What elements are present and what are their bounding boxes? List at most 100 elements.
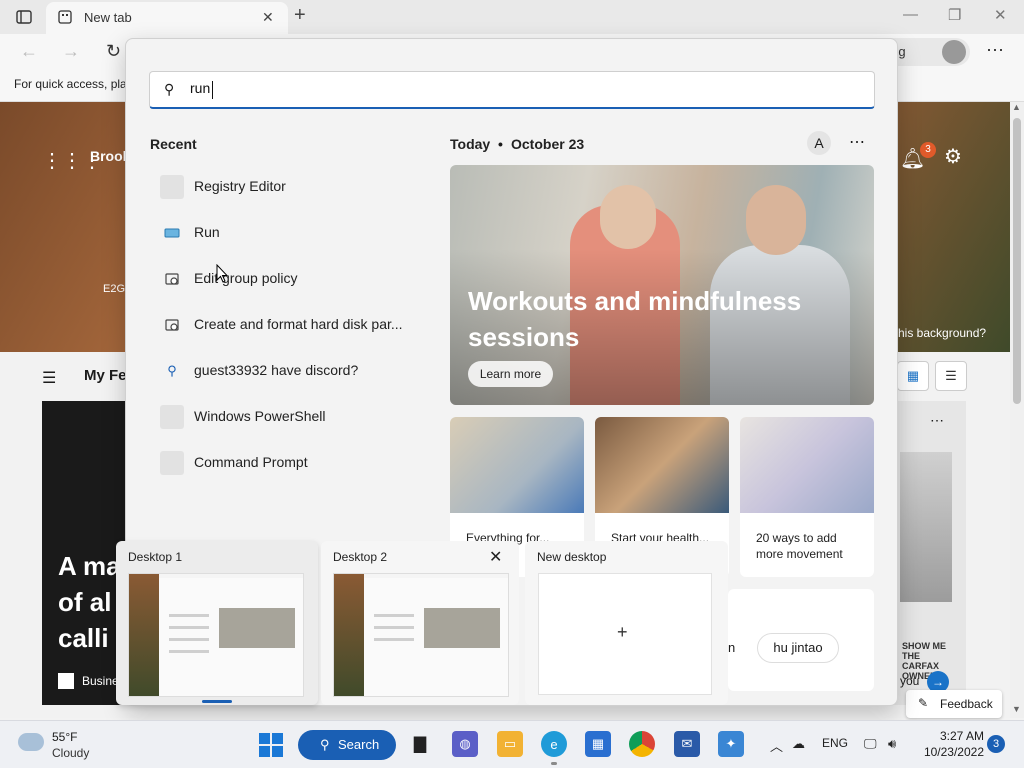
cmd-icon [160,451,184,475]
volume-icon[interactable]: 🔊︎ [888,736,896,752]
search-icon: ⚲ [320,737,330,752]
more-options-icon[interactable]: ⋯ [849,132,865,152]
tab-close-icon[interactable]: ✕ [262,9,274,26]
recent-item-registry-editor[interactable]: Registry Editor [150,166,420,206]
small-card[interactable]: 20 ways to add more movement [740,417,874,577]
featured-card-title: Workouts and mindfulness sessions [468,286,802,352]
recent-item-disk-partitions[interactable]: Create and format hard disk par... [150,304,420,344]
feedback-label: Feedback [940,697,993,711]
back-arrow-icon[interactable]: ← [20,41,38,62]
weather-condition[interactable]: Cloudy [52,746,89,760]
app-icon[interactable]: ✉ [674,731,700,757]
hamburger-menu-icon[interactable]: ☰ [42,368,56,388]
thumb-line [169,638,209,641]
file-explorer-icon[interactable]: ▭ [497,731,523,757]
recent-item-powershell[interactable]: Windows PowerShell [150,396,420,436]
thumb-image [424,608,500,648]
thumb-image [219,608,295,648]
thumb-line [169,650,209,653]
grid-view-icon[interactable]: ▦ [897,361,929,391]
profile-avatar-icon[interactable] [942,40,966,64]
card-more-icon[interactable]: ⋯ [930,412,944,429]
minimize-icon[interactable]: — [903,6,918,23]
search-input[interactable]: run [190,80,850,100]
story-source-logo [58,673,74,689]
desktop-label: Desktop 1 [128,550,183,564]
taskbar-search-button[interactable]: ⚲ Search [298,730,396,760]
text-caret [212,81,213,99]
home-workout-image [595,417,729,513]
language-indicator[interactable]: ENG [822,736,848,750]
scroll-up-icon[interactable]: ▲ [1012,102,1021,112]
forward-arrow-icon[interactable]: → [62,41,80,62]
desktop-thumbnail [333,573,509,697]
new-tab-plus-icon[interactable]: + [294,4,306,27]
add-desktop-plus-icon[interactable]: + [617,622,628,643]
story-source: Busine [82,674,119,688]
ad-text: you [900,674,920,688]
tab-actions-icon[interactable] [10,7,38,27]
settings-more-icon[interactable]: ⋯ [986,40,1004,61]
thumb-line [169,614,209,617]
clock-time[interactable]: 3:27 AM [934,729,984,743]
start-tile [272,733,283,744]
thumb-line [374,614,414,617]
scroll-down-icon[interactable]: ▼ [1012,704,1021,714]
thumb-line [374,638,414,641]
feedback-button[interactable]: ✎ Feedback [906,690,1002,718]
scrollbar-thumb[interactable] [1013,118,1021,404]
recent-item-edit-group-policy[interactable]: Edit group policy [150,258,420,298]
store-icon[interactable]: ▦ [585,731,611,757]
small-card-text: 20 ways to add more movement [756,531,843,561]
close-desktop-icon[interactable]: ✕ [489,547,502,567]
ntp-shortcut-label: E2G [103,283,126,295]
desktop-1-tile[interactable]: Desktop 1 [116,541,318,705]
chat-icon[interactable]: ◍ [452,731,478,757]
chrome-icon[interactable] [629,731,655,757]
browser-tab-bar: New tab ✕ + — ❐ ✕ [0,0,1024,34]
gear-icon[interactable]: ⚙ [944,144,962,169]
group-exercise-image [740,417,874,513]
notification-center-badge[interactable]: 3 [987,735,1005,753]
weather-temperature[interactable]: 55°F [52,730,77,744]
edge-browser-icon[interactable]: e [541,731,567,757]
onedrive-cloud-icon[interactable]: ☁ [792,736,805,752]
desktop-thumbnail [128,573,304,697]
clock-date[interactable]: 10/23/2022 [918,745,984,759]
desktop-label: Desktop 2 [333,550,388,564]
recent-item-label: Create and format hard disk par... [194,316,403,332]
desktop-label: New desktop [537,550,607,564]
network-icon[interactable]: 🖵︎ [864,736,877,752]
app-icon[interactable]: ✦ [718,731,744,757]
start-tile [259,746,270,757]
recent-item-run[interactable]: Run [150,212,420,252]
task-view-icon[interactable]: ▇ [407,731,433,757]
tray-chevron-icon[interactable]: ︿ [770,736,783,755]
desktop-2-tile[interactable]: Desktop 2 ✕ [321,541,519,705]
new-tab-page-icon [58,10,72,27]
restore-icon[interactable]: ❐ [948,6,961,24]
trending-search-pill[interactable]: hu jintao [757,633,839,663]
windows-start-icon[interactable] [259,733,283,757]
window-close-icon[interactable]: ✕ [994,6,1007,24]
thumb-background [334,574,364,696]
tab-title: New tab [84,10,132,25]
recent-item-label: guest33932 have discord? [194,362,359,378]
search-box[interactable]: ⚲ run [149,71,875,109]
list-view-icon[interactable]: ☰ [935,361,967,391]
featured-card[interactable]: Workouts and mindfulness sessions Learn … [450,165,874,405]
registry-icon [160,175,184,199]
notification-badge: 3 [920,142,936,158]
tab-new-tab[interactable]: New tab ✕ [46,2,288,34]
recent-item-command-prompt[interactable]: Command Prompt [150,442,420,482]
cloud-weather-icon[interactable] [18,733,44,751]
favorites-hint: For quick access, pla [14,77,127,91]
learn-more-button[interactable]: Learn more [468,361,553,387]
account-avatar-icon[interactable]: A [807,131,831,155]
my-feed-heading: My Fe [84,367,127,384]
run-icon [160,221,184,245]
refresh-icon[interactable]: ↻ [106,41,121,62]
feedback-icon: ✎ [918,696,929,710]
background-info-link[interactable]: his background? [898,326,986,340]
recent-item-web-search[interactable]: ⚲ guest33932 have discord? [150,350,420,390]
